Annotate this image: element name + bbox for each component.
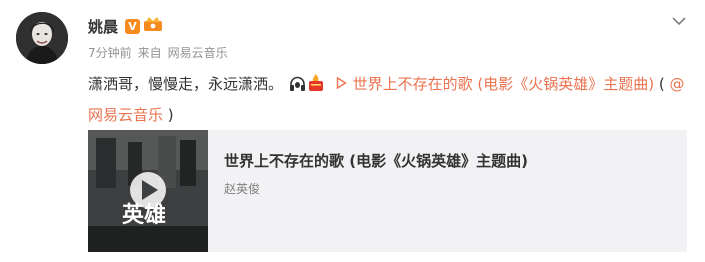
song-link-text: 世界上不存在的歌 (电影《火锅英雄》主题曲) [352,75,655,93]
play-icon [336,70,347,98]
link-close-paren: ) [167,106,174,124]
source-name[interactable]: 网易云音乐 [168,44,228,61]
album-cover[interactable]: 英雄 [88,130,208,252]
post-text: 潇洒哥，慢慢走，永远潇洒。 世界上不存在的歌 (电影《火锅英雄》主题曲) ( @… [88,70,688,129]
headphones-icon [289,73,306,101]
post-time[interactable]: 7分钟前 [88,44,132,61]
vip-icon[interactable]: V [125,18,141,34]
post-meta: 7分钟前 来自 网易云音乐 [88,44,228,61]
music-card[interactable]: 英雄 世界上不存在的歌 (电影《火锅英雄》主题曲) 赵英俊 [88,130,687,252]
card-song-title[interactable]: 世界上不存在的歌 (电影《火锅英雄》主题曲) [224,150,528,171]
avatar[interactable] [16,12,68,64]
fire-icon [308,73,324,101]
link-open-paren: ( [658,75,665,93]
post-header: 姚晨 V [88,14,163,38]
song-link[interactable]: 世界上不存在的歌 (电影《火锅英雄》主题曲) [330,75,659,93]
chevron-down-icon[interactable] [671,12,687,26]
author-name[interactable]: 姚晨 [88,16,118,37]
source-prefix: 来自 [137,46,162,60]
cover-title-text: 英雄 [122,203,166,228]
card-artist-name[interactable]: 赵英俊 [224,180,260,197]
post-main-text: 潇洒哥，慢慢走，永远潇洒。 [88,75,284,93]
crown-icon[interactable] [143,16,163,36]
